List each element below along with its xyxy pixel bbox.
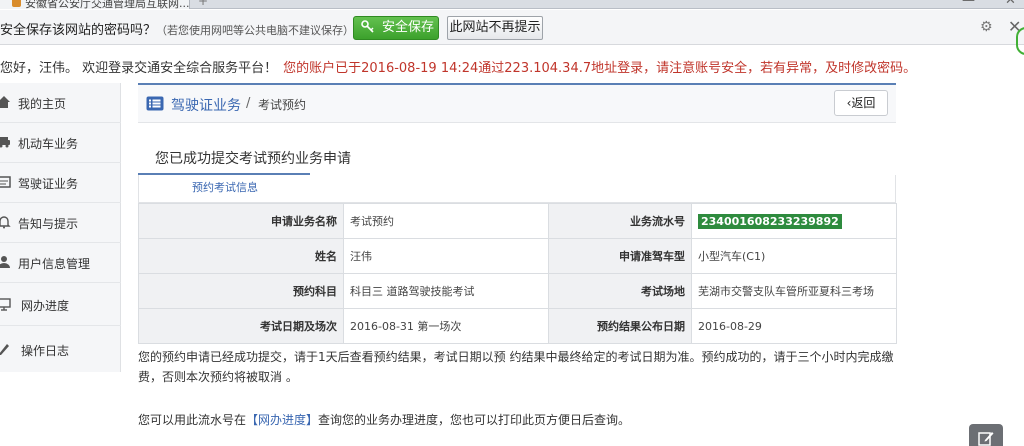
- sidebar-item-label: 我的主页: [18, 97, 67, 111]
- table-row: 申请业务名称 考试预约 业务流水号 234001608233239892: [138, 203, 897, 239]
- welcome-line: 您好，汪伟。 欢迎登录交通安全综合服务平台！ 您的账户已于2016-08-19 1…: [0, 57, 916, 76]
- main-header: 驾驶证业务 / 考试预约 ‹返回: [138, 85, 896, 123]
- sidebar-item-user-info[interactable]: 用户信息管理: [0, 243, 121, 283]
- minimize-icon[interactable]: —: [962, 0, 975, 8]
- key-icon: [361, 20, 374, 33]
- safe-save-label: 安全保存: [381, 20, 434, 35]
- tab-exam-info[interactable]: 预约考试信息: [192, 179, 258, 195]
- sidebar-item-notice[interactable]: 告知与提示: [0, 203, 121, 243]
- sidebar-item-label: 网办进度: [21, 299, 70, 313]
- never-prompt-button[interactable]: 此网站不再提示: [447, 16, 543, 40]
- cell-label: 预约结果公布日期: [548, 308, 692, 344]
- cell-label: 考试日期及场次: [138, 308, 344, 344]
- sidebar-item-license[interactable]: 驾驶证业务: [0, 163, 121, 203]
- favicon-icon: [12, 0, 21, 7]
- password-note: （若您使用网吧等公共电脑不建议保存）: [156, 24, 355, 37]
- password-question-text: 安全保存该网站的密码吗？: [0, 23, 157, 38]
- edit-icon: [978, 432, 994, 446]
- sidebar-item-log[interactable]: 操作日志: [0, 326, 121, 372]
- user-icon: [0, 256, 10, 268]
- cell-value: 考试预约: [343, 203, 549, 239]
- list-icon: [146, 96, 164, 111]
- table-row: 考试日期及场次 2016-08-31 第一场次 预约结果公布日期 2016-08…: [138, 308, 897, 344]
- cell-value: 芜湖市交警支队车管所亚夏科三考场: [691, 273, 897, 309]
- sidebar-item-progress[interactable]: 网办进度: [0, 283, 121, 326]
- success-title: 您已成功提交考试预约业务申请: [155, 151, 351, 167]
- cell-value: 汪伟: [343, 238, 549, 274]
- cell-label: 考试场地: [548, 273, 692, 309]
- sidebar-item-label: 操作日志: [21, 344, 70, 358]
- sidebar-item-vehicle[interactable]: 机动车业务: [0, 123, 121, 163]
- browser-tab[interactable]: 安徽省公安厅交通管理局互联网...: [0, 0, 190, 9]
- log-icon: [0, 344, 9, 355]
- back-label: 返回: [851, 96, 876, 110]
- breadcrumb-main[interactable]: 驾驶证业务: [171, 95, 241, 115]
- notice-progress: 您可以用此流水号在【网办进度】查询您的业务办理进度，您也可以打印此页方便日后查询…: [138, 411, 630, 428]
- feedback-edit-button[interactable]: [969, 424, 1003, 446]
- notice-text: 您的预约申请已经成功提交，请于1天后查看预约结果，考试日期以预 约结果中最终给定…: [138, 350, 894, 384]
- tab-title: 安徽省公安厅交通管理局互联网...: [25, 0, 190, 9]
- new-tab-icon[interactable]: +: [198, 0, 208, 8]
- cell-value: 234001608233239892: [691, 203, 897, 239]
- breadcrumb-current: 考试预约: [258, 98, 307, 112]
- monitor-icon: [0, 298, 11, 311]
- home-icon: [0, 96, 10, 108]
- password-question: 安全保存该网站的密码吗？（若您使用网吧等公共电脑不建议保存）: [0, 19, 354, 38]
- serial-number: 234001608233239892: [698, 213, 842, 229]
- cell-value: 小型汽车(C1): [691, 238, 897, 274]
- account-ring-icon: [1016, 27, 1024, 55]
- cell-label: 预约科目: [138, 273, 344, 309]
- license-icon: [0, 176, 11, 188]
- progress-link[interactable]: 【网办进度】: [246, 413, 318, 427]
- exam-info-table: 申请业务名称 考试预约 业务流水号 234001608233239892 姓名 …: [138, 203, 897, 344]
- back-button[interactable]: ‹返回: [834, 90, 888, 116]
- sidebar: 我的主页 机动车业务 驾驶证业务 告知与提示 用户信息管理 网办进度 操作日志: [0, 83, 121, 372]
- bell-icon: [0, 216, 11, 229]
- login-warning: 您的账户已于2016-08-19 14:24通过223.104.34.7地址登录…: [283, 61, 917, 76]
- sidebar-item-label: 机动车业务: [18, 137, 79, 151]
- welcome-greeting: 您好，汪伟。 欢迎登录交通安全综合服务平台！: [0, 61, 278, 76]
- password-save-bar: 安全保存该网站的密码吗？（若您使用网吧等公共电脑不建议保存） 安全保存 此网站不…: [0, 10, 1024, 55]
- sidebar-item-label: 用户信息管理: [18, 257, 91, 271]
- table-row: 预约科目 科目三 道路驾驶技能考试 考试场地 芜湖市交警支队车管所亚夏科三考场: [138, 273, 897, 309]
- cell-label: 申请准驾车型: [548, 238, 692, 274]
- breadcrumb-separator: /: [246, 96, 251, 111]
- cell-label: 姓名: [138, 238, 344, 274]
- cell-label: 业务流水号: [548, 203, 692, 239]
- browser-tabstrip: 安徽省公安厅交通管理局互联网... + — ✕: [0, 0, 1024, 9]
- cell-value: 2016-08-31 第一场次: [343, 308, 549, 344]
- car-icon: [0, 137, 10, 148]
- window-close-icon[interactable]: ✕: [1005, 0, 1016, 8]
- safe-save-button[interactable]: 安全保存: [353, 16, 439, 40]
- cell-value: 科目三 道路驾驶技能考试: [343, 273, 549, 309]
- gear-icon[interactable]: ⚙: [980, 19, 993, 35]
- cell-label: 申请业务名称: [138, 203, 344, 239]
- sidebar-item-home[interactable]: 我的主页: [0, 83, 121, 123]
- notice-progress-pre: 您可以用此流水号在: [138, 413, 247, 427]
- cell-value: 2016-08-29: [691, 308, 897, 344]
- notice-progress-post: 查询您的业务办理进度，您也可以打印此页方便日后查询。: [318, 413, 631, 427]
- table-row: 姓名 汪伟 申请准驾车型 小型汽车(C1): [138, 238, 897, 274]
- sidebar-item-label: 驾驶证业务: [18, 177, 79, 191]
- sidebar-item-label: 告知与提示: [18, 217, 79, 231]
